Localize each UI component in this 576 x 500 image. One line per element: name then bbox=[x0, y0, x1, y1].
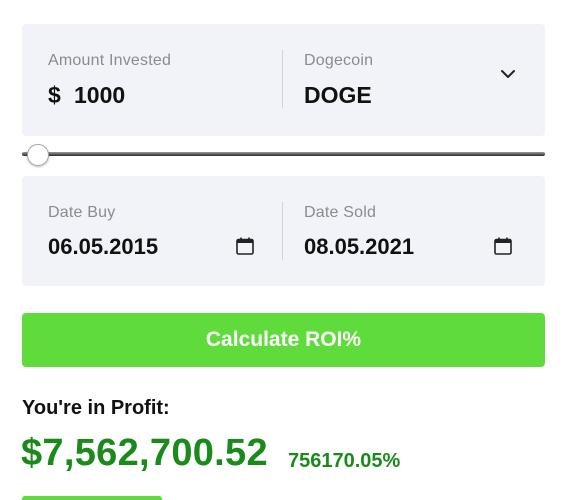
amount-input[interactable]: $ 1000 bbox=[48, 80, 268, 114]
share-button[interactable] bbox=[22, 496, 162, 500]
calendar-icon[interactable] bbox=[235, 236, 255, 256]
date-sold-field[interactable]: Date Sold 08.05.2021 bbox=[304, 194, 514, 272]
profit-amount: $7,562,700.52 bbox=[21, 432, 268, 474]
coin-name-label: Dogecoin bbox=[304, 52, 374, 69]
dates-panel: Date Buy 06.05.2015 Date Sold 08.05.2021 bbox=[22, 176, 545, 286]
amount-value: 1000 bbox=[74, 82, 126, 108]
coin-ticker: DOGE bbox=[304, 82, 372, 108]
slider-track[interactable] bbox=[22, 152, 545, 156]
date-buy-field[interactable]: Date Buy 06.05.2015 bbox=[48, 194, 258, 272]
amount-slider[interactable] bbox=[22, 143, 545, 167]
calendar-icon[interactable] bbox=[493, 236, 513, 256]
date-buy-label: Date Buy bbox=[48, 204, 116, 221]
profit-percent: 756170.05% bbox=[288, 450, 401, 472]
result-heading: You're in Profit: bbox=[22, 397, 170, 419]
field-divider bbox=[282, 50, 283, 108]
currency-symbol: $ bbox=[48, 82, 61, 108]
roi-calculator: Amount Invested $ 1000 Dogecoin DOGE Dat… bbox=[0, 0, 576, 500]
chevron-down-icon[interactable] bbox=[498, 64, 518, 84]
amount-invested-label: Amount Invested bbox=[48, 52, 172, 69]
field-divider bbox=[282, 202, 283, 260]
date-sold-label: Date Sold bbox=[304, 204, 377, 221]
date-sold-value: 08.05.2021 bbox=[304, 234, 415, 259]
calculate-roi-button[interactable]: Calculate ROI% bbox=[22, 313, 545, 367]
investment-panel: Amount Invested $ 1000 Dogecoin DOGE bbox=[22, 24, 545, 136]
date-buy-value: 06.05.2015 bbox=[48, 234, 159, 259]
slider-thumb[interactable] bbox=[27, 144, 49, 166]
